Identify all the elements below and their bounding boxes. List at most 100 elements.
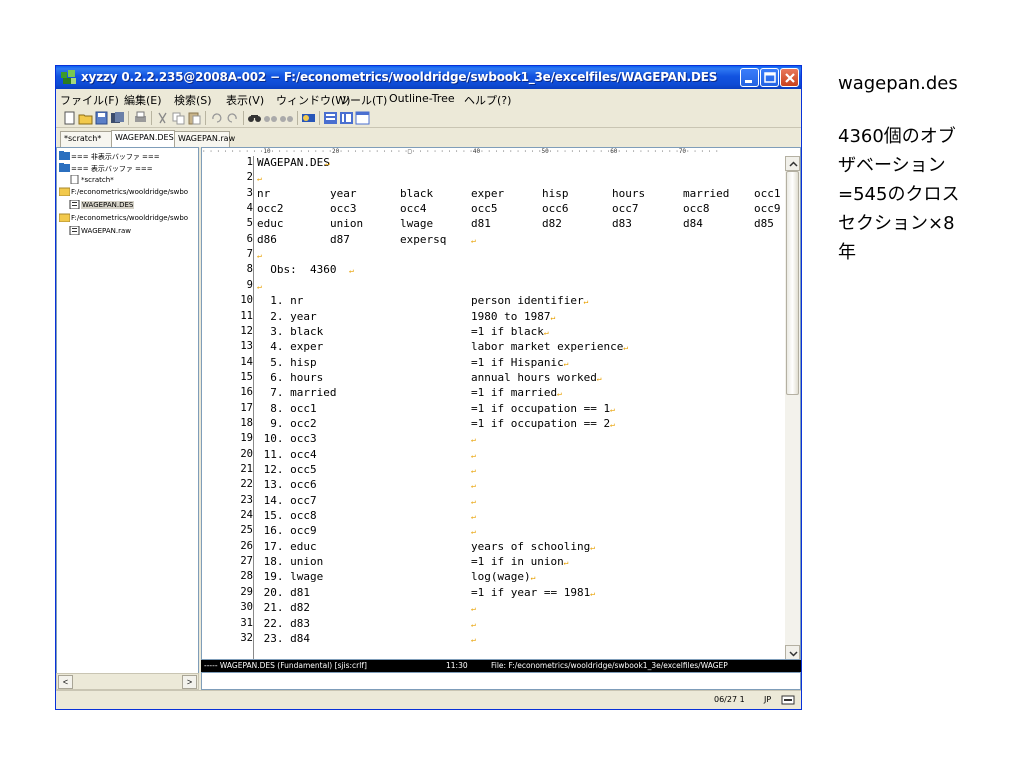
app-icon <box>61 70 76 84</box>
menu-outline-tree[interactable]: Outline-Tree <box>389 92 455 105</box>
mode-line-buffer: ----- WAGEPAN.DES (Fundamental) [sjis:cr… <box>204 661 367 670</box>
code-line: 6. hours annual hours worked ↵ <box>257 371 785 384</box>
line-number: 26 <box>240 539 253 552</box>
newline-marker: ↵ <box>471 619 476 629</box>
code-token: person identifier <box>471 294 584 308</box>
chevron-down-icon <box>789 651 798 657</box>
maximize-icon <box>764 72 776 83</box>
scroll-left-button[interactable]: < <box>58 675 73 689</box>
cut-icon[interactable] <box>155 111 170 125</box>
print-icon[interactable] <box>133 111 148 125</box>
menu-help[interactable]: ヘルプ(?) <box>464 92 511 108</box>
code-token: 5. hisp <box>257 355 317 369</box>
newline-marker: ↵ <box>471 527 476 537</box>
line-number: 17 <box>240 401 253 414</box>
menu-file[interactable]: ファイル(F) <box>60 92 119 108</box>
scroll-thumb[interactable] <box>786 171 799 395</box>
code-token: d83 <box>612 217 632 231</box>
save-icon[interactable] <box>94 111 109 125</box>
code-line: 3. black =1 if black ↵ <box>257 325 785 338</box>
newline-marker: ↵ <box>349 266 354 276</box>
new-file-icon[interactable] <box>62 111 77 125</box>
buffer-tree: === 非表示バッファ === === 表示バッファ === *scratch*… <box>56 147 199 674</box>
newline-marker: ↵ <box>543 327 549 337</box>
editor-vertical-scrollbar[interactable] <box>785 156 800 659</box>
code-line: ↵ <box>257 248 785 261</box>
annotation-filename: wagepan.des <box>838 73 958 94</box>
tab-scratch[interactable]: *scratch* <box>60 131 112 147</box>
menu-tools[interactable]: ツール(T) <box>339 92 387 108</box>
code-line: 4. exper labor market experience ↵ <box>257 340 785 353</box>
code-token: occ2 <box>257 202 284 216</box>
code-token: d84 <box>683 217 703 231</box>
find-prev-icon[interactable] <box>279 111 294 125</box>
line-number: 3 <box>246 186 253 199</box>
line-number: 19 <box>240 432 253 445</box>
maximize-button[interactable] <box>760 68 779 87</box>
line-number: 29 <box>240 585 253 598</box>
mode-line: ----- WAGEPAN.DES (Fundamental) [sjis:cr… <box>201 660 801 672</box>
minimize-icon <box>745 80 752 83</box>
close-button[interactable] <box>780 68 799 87</box>
text-editor[interactable]: · · · · · · · · ·10· · · · · · · · ·20· … <box>201 147 801 660</box>
list-icon[interactable] <box>339 111 354 125</box>
code-token: married <box>683 186 730 200</box>
minimize-button[interactable] <box>740 68 759 87</box>
grep-icon[interactable] <box>301 111 316 125</box>
ime-indicator[interactable]: JP <box>759 693 799 707</box>
menu-search[interactable]: 検索(S) <box>174 92 212 108</box>
open-folder-icon[interactable] <box>78 111 93 125</box>
line-number: 23 <box>240 493 253 506</box>
window-icon[interactable] <box>355 111 370 125</box>
code-line: ↵ <box>257 279 785 292</box>
code-line: 23. d84 ↵ <box>257 632 785 645</box>
code-line: WAGEPAN.DES ↵ <box>257 156 785 169</box>
line-number: 20 <box>240 447 253 460</box>
scroll-right-button[interactable]: > <box>182 675 197 689</box>
paste-icon[interactable] <box>187 111 202 125</box>
code-token: 15. occ8 <box>257 509 317 523</box>
find-next-icon[interactable] <box>263 111 278 125</box>
code-token: occ6 <box>542 202 569 216</box>
code-token: d87 <box>330 232 350 246</box>
code-token: occ8 <box>683 202 710 216</box>
code-line: 17. educ years of schooling ↵ <box>257 540 785 553</box>
editor-text-area[interactable]: WAGEPAN.DES ↵ ↵ nr year black exper hisp hours ma… <box>257 156 785 659</box>
outline-icon[interactable] <box>323 111 338 125</box>
newline-marker: ↵ <box>610 404 615 414</box>
ime-mode: JP <box>764 695 772 704</box>
find-icon[interactable] <box>247 111 262 125</box>
scroll-up-button[interactable] <box>785 156 800 171</box>
line-number-gutter: 1 2 3 4 5 6 7 8 9 10 11 12 13 14 15 16 17 18 19 20 21 22 23 24 2… <box>202 156 253 659</box>
text-file-icon <box>69 200 80 209</box>
code-token: occ4 <box>400 202 427 216</box>
title-bar[interactable]: xyzzy 0.2.2.235@2008A-002 − F:/econometr… <box>56 66 801 89</box>
tab-wagepan-raw[interactable]: WAGEPAN.raw <box>174 131 235 147</box>
tree-horizontal-scrollbar[interactable]: < > <box>56 673 199 690</box>
code-token: years of schooling <box>471 539 591 553</box>
undo-icon[interactable] <box>209 111 224 125</box>
gutter-divider <box>253 156 254 659</box>
code-token: 19. lwage <box>257 570 324 584</box>
copy-icon[interactable] <box>171 111 186 125</box>
line-number: 15 <box>240 370 253 383</box>
code-token: 2. year <box>257 309 317 323</box>
code-line: 12. occ5 ↵ <box>257 463 785 476</box>
folder-icon <box>59 213 70 222</box>
menu-edit[interactable]: 編集(E) <box>124 92 162 108</box>
code-token: log(wage) <box>471 570 531 584</box>
line-number: 9 <box>246 278 253 291</box>
code-token: labor market experience <box>471 340 624 354</box>
minibuffer[interactable] <box>201 672 801 690</box>
tab-wagepan-des[interactable]: WAGEPAN.DES <box>111 130 175 147</box>
newline-marker: ↵ <box>583 297 589 307</box>
code-line: ↵ <box>257 171 785 184</box>
menu-view[interactable]: 表示(V) <box>226 92 264 108</box>
toolbar-separator <box>205 111 206 125</box>
redo-icon[interactable] <box>225 111 240 125</box>
code-token: =1 if occupation == 2 <box>471 416 611 430</box>
save-all-icon[interactable] <box>110 111 125 125</box>
scroll-down-button[interactable] <box>785 645 800 659</box>
code-line: nr year black exper hisp hours married occ1 <box>257 187 785 200</box>
tree-item-label: *scratch* <box>81 176 114 184</box>
